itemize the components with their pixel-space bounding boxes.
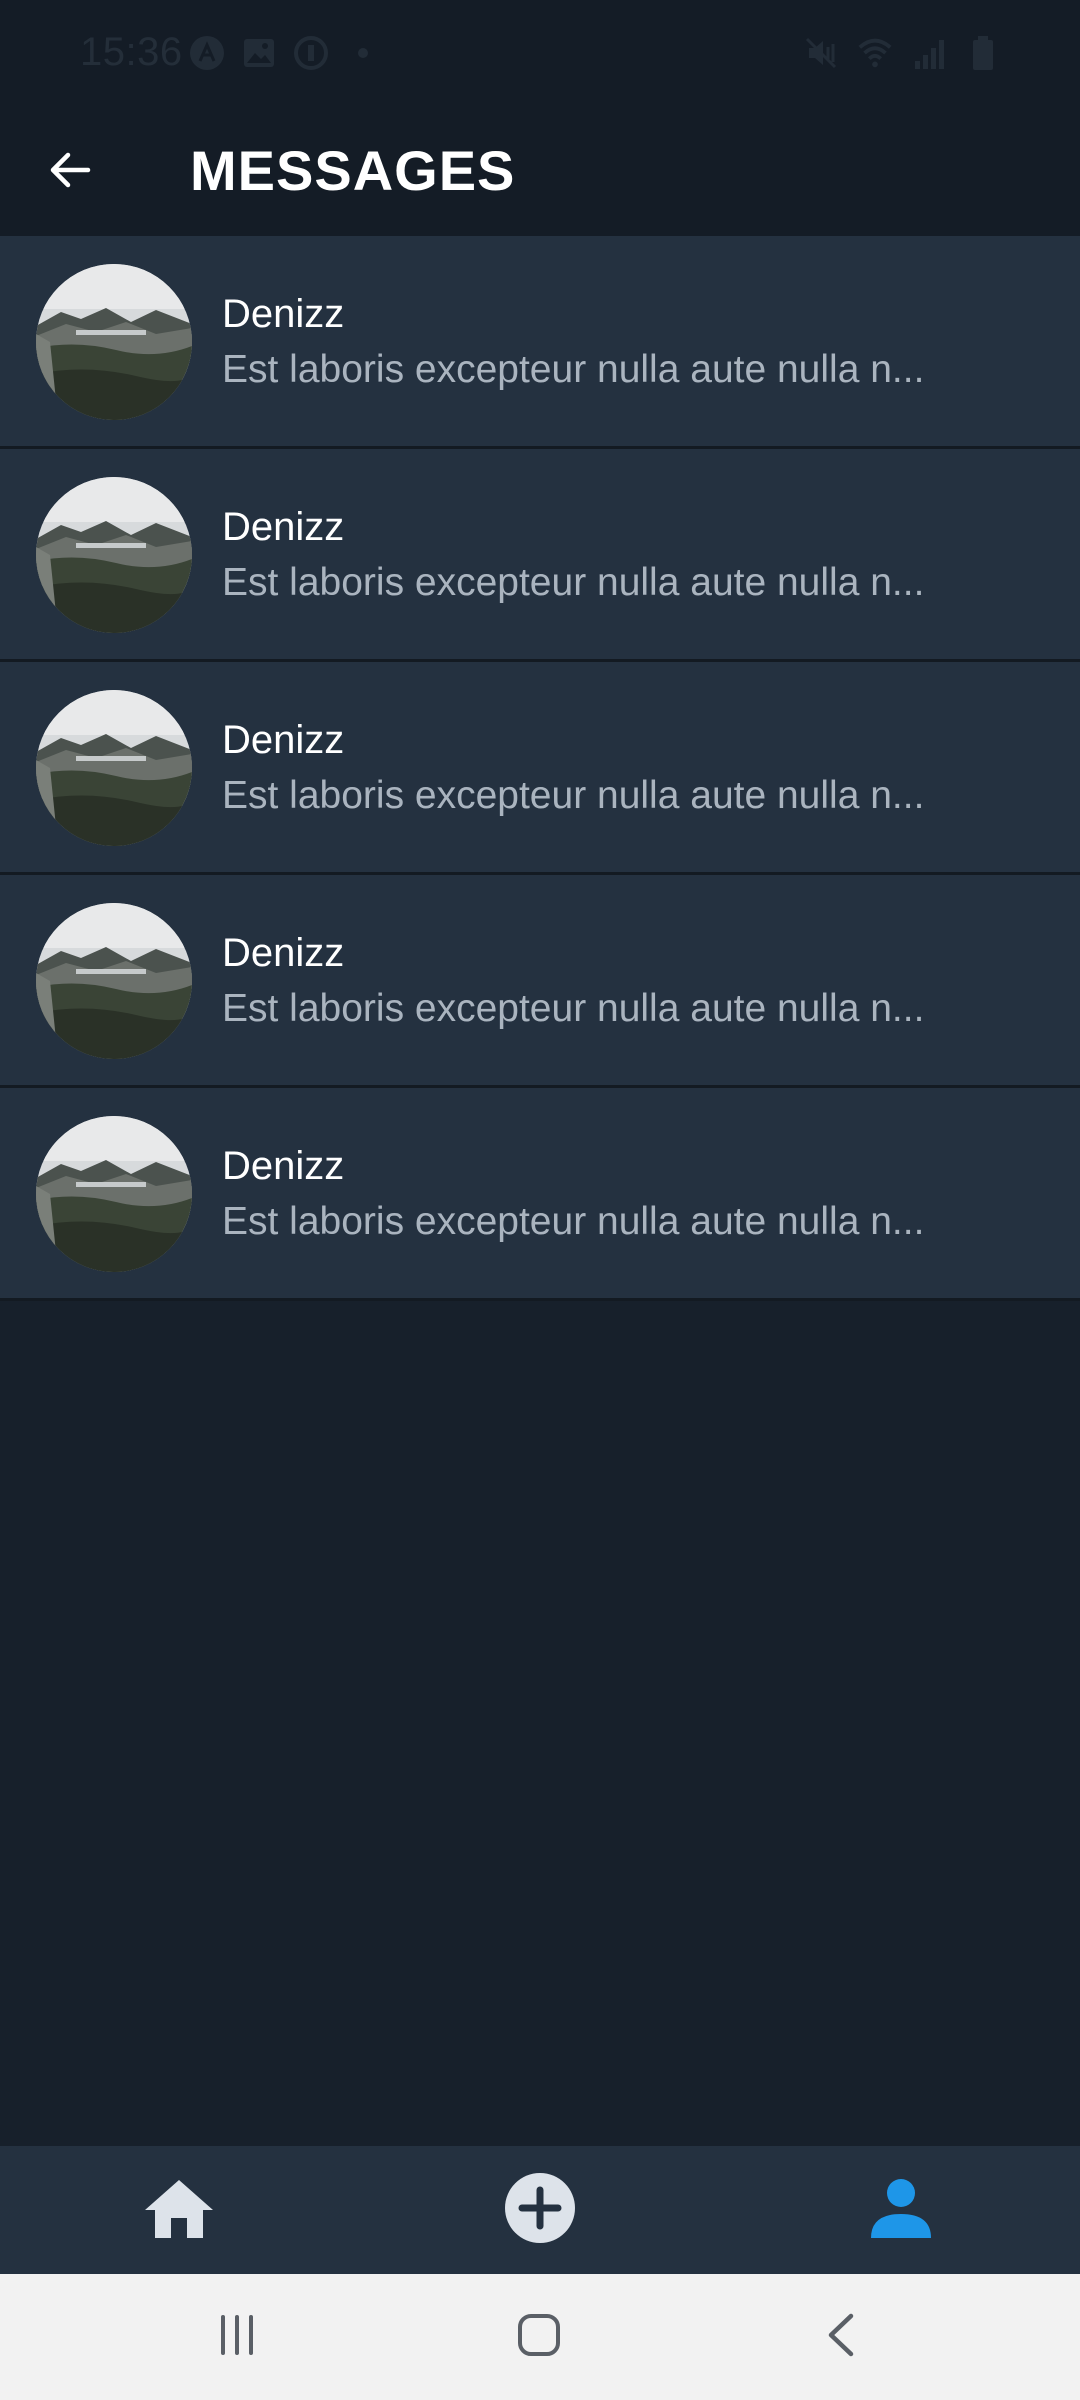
avatar (36, 264, 192, 420)
message-preview: Est laboris excepteur nulla aute nulla n… (222, 1200, 925, 1243)
mute-icon (802, 34, 840, 72)
message-sender-name: Denizz (222, 718, 345, 762)
message-list-item[interactable]: Denizz Est laboris excepteur nulla aute … (0, 1088, 1080, 1301)
wifi-icon (856, 34, 894, 72)
recents-button[interactable] (192, 2302, 282, 2372)
status-time: 15:36 (80, 30, 183, 74)
system-back-button[interactable] (796, 2302, 886, 2372)
message-preview: Est laboris excepteur nulla aute nulla n… (222, 987, 925, 1030)
system-home-button[interactable] (494, 2302, 584, 2372)
message-list-item[interactable]: Denizz Est laboris excepteur nulla aute … (0, 662, 1080, 875)
system-nav-bar (0, 2274, 1080, 2400)
message-preview: Est laboris excepteur nulla aute nulla n… (222, 348, 925, 391)
nav-home-button[interactable] (119, 2146, 239, 2274)
back-button[interactable] (30, 132, 110, 212)
message-sender-name: Denizz (222, 505, 345, 549)
message-sender-name: Denizz (222, 292, 345, 336)
status-bar: 15:36 (0, 0, 1080, 108)
person-icon (869, 2178, 933, 2243)
app-a-icon (188, 34, 226, 72)
recents-icon (215, 2313, 259, 2362)
message-sender-name: Denizz (222, 931, 345, 975)
avatar (36, 690, 192, 846)
bottom-nav (0, 2146, 1080, 2274)
nav-add-button[interactable] (480, 2146, 600, 2274)
message-list-item[interactable]: Denizz Est laboris excepteur nulla aute … (0, 236, 1080, 449)
avatar (36, 903, 192, 1059)
nav-profile-button[interactable] (841, 2146, 961, 2274)
page-title: MESSAGES (190, 139, 516, 202)
message-preview: Est laboris excepteur nulla aute nulla n… (222, 774, 925, 817)
avatar (36, 1116, 192, 1272)
arrow-left-icon (46, 146, 94, 199)
message-sender-name: Denizz (222, 1144, 345, 1188)
vpn-icon (292, 34, 330, 72)
dot-icon (344, 34, 382, 72)
message-list: Denizz Est laboris excepteur nulla aute … (0, 236, 1080, 1301)
add-circle-icon (504, 2172, 576, 2249)
battery-icon (964, 34, 1002, 72)
status-icons-left (188, 34, 382, 72)
home-icon (143, 2176, 215, 2245)
message-preview: Est laboris excepteur nulla aute nulla n… (222, 561, 925, 604)
status-icons-right (802, 34, 1002, 72)
message-list-item[interactable]: Denizz Est laboris excepteur nulla aute … (0, 449, 1080, 662)
signal-icon (910, 34, 948, 72)
app-header: MESSAGES (0, 108, 1080, 236)
avatar (36, 477, 192, 633)
gallery-icon (240, 34, 278, 72)
home-square-icon (516, 2312, 562, 2363)
message-list-item[interactable]: Denizz Est laboris excepteur nulla aute … (0, 875, 1080, 1088)
back-chevron-icon (821, 2312, 861, 2363)
